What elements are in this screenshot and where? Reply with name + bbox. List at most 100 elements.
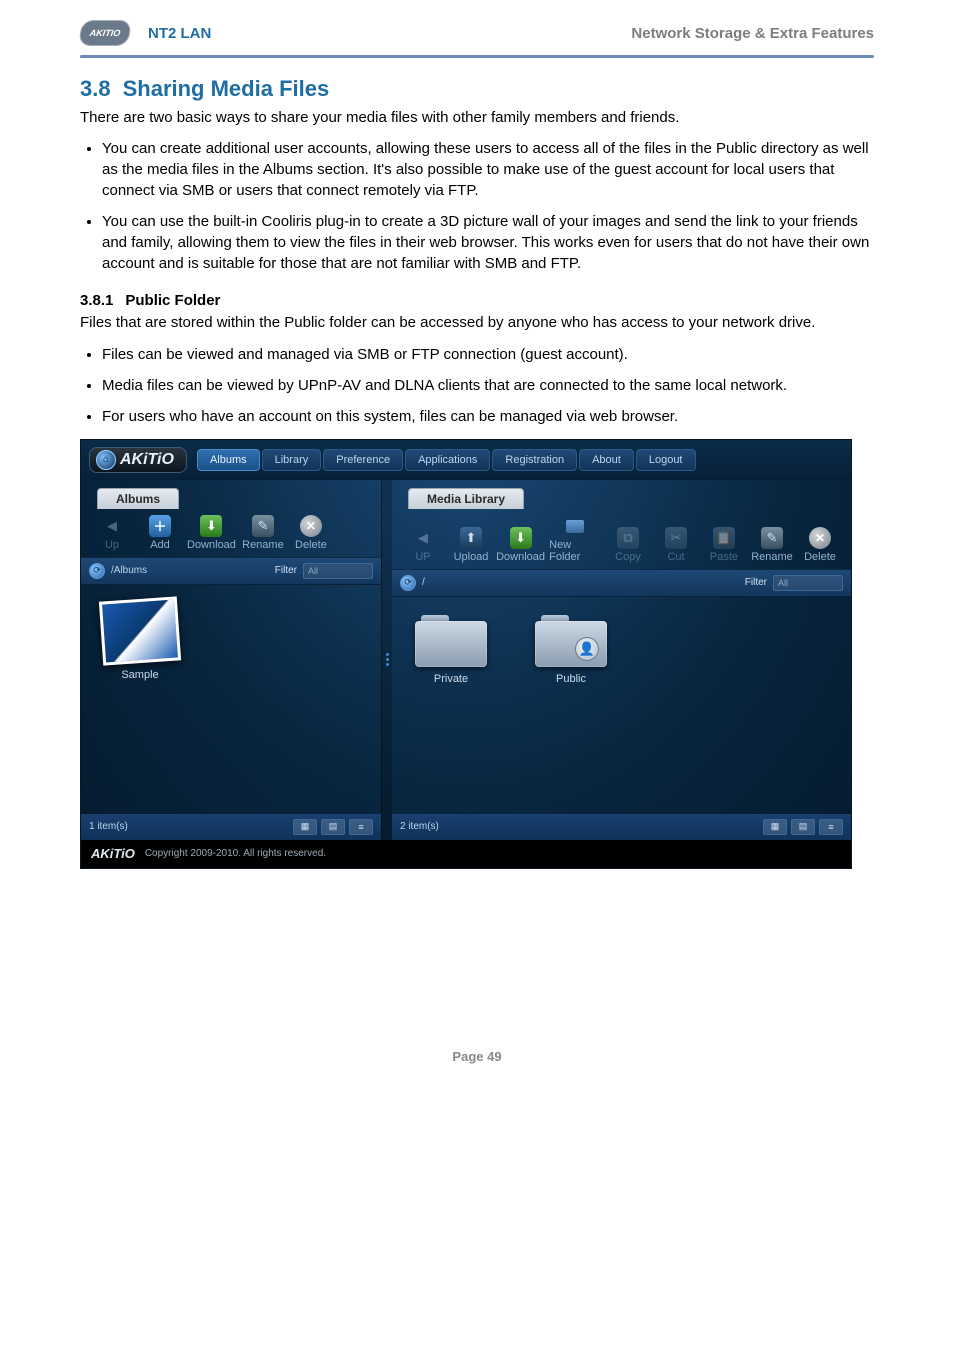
media-item-count: 2 item(s) (400, 821, 439, 832)
media-library-panel: Media Library ◀UP ⬆Upload ⬇Download New … (392, 480, 851, 840)
paste-icon: 📋 (713, 527, 735, 549)
media-copy-button[interactable]: ⧉Copy (607, 527, 649, 563)
upload-icon: ⬆ (460, 527, 482, 549)
arrow-left-icon: ◀ (412, 527, 434, 549)
brand-logo-icon: AKITIO (78, 20, 132, 46)
footer-copyright: Copyright 2009-2010. All rights reserved… (145, 848, 326, 859)
section-heading: 3.8Sharing Media Files (80, 76, 874, 102)
view-list-button[interactable]: ≡ (819, 819, 843, 835)
media-cut-button[interactable]: ✂Cut (655, 527, 697, 563)
albums-status-bar: 1 item(s) ▦ ▤ ≡ (81, 814, 381, 840)
albums-grid: Sample (81, 585, 381, 814)
folder-item-label: Private (434, 673, 468, 685)
bullet-item: For users who have an account on this sy… (102, 406, 874, 427)
albums-item-count: 1 item(s) (89, 821, 128, 832)
album-thumbnail-icon (99, 596, 181, 665)
view-list-button[interactable]: ≡ (349, 819, 373, 835)
media-grid: Private 👤 Public (392, 597, 851, 814)
nav-applications[interactable]: Applications (405, 449, 490, 471)
filter-label: Filter (745, 577, 767, 588)
subsection-heading: 3.8.1Public Folder (80, 292, 874, 309)
media-panel-title: Media Library (408, 488, 524, 509)
arrow-left-icon: ◀ (101, 515, 123, 537)
footer-logo: AKiTiO (91, 846, 135, 861)
media-rename-button[interactable]: ✎Rename (751, 527, 793, 563)
folder-item-label: Public (556, 673, 586, 685)
doc-header: AKITIO NT2 LAN Network Storage & Extra F… (80, 20, 874, 47)
media-up-button[interactable]: ◀UP (402, 527, 444, 563)
media-upload-button[interactable]: ⬆Upload (450, 527, 492, 563)
albums-filter-bar: ⟳ /Albums Filter All (81, 558, 381, 585)
page-number: Page 49 (80, 1049, 874, 1064)
bullet-item: You can create additional user accounts,… (102, 138, 874, 201)
download-icon: ⬇ (510, 527, 532, 549)
albums-download-button[interactable]: ⬇Download (187, 515, 236, 551)
view-small-icons-button[interactable]: ▤ (321, 819, 345, 835)
media-newfolder-button[interactable]: New Folder (549, 515, 601, 563)
media-filter-input[interactable]: All (773, 575, 843, 591)
header-rule (80, 55, 874, 58)
new-folder-icon (564, 515, 586, 537)
app-topbar: ⌂ AKiTiO Albums Library Preference Appli… (81, 440, 851, 480)
folder-icon (415, 611, 487, 667)
home-icon: ⌂ (96, 450, 116, 470)
refresh-icon[interactable]: ⟳ (400, 575, 416, 591)
bullet-item: Media files can be viewed by UPnP-AV and… (102, 375, 874, 396)
nav-library[interactable]: Library (262, 449, 322, 471)
cut-icon: ✂ (665, 527, 687, 549)
app-screenshot: ⌂ AKiTiO Albums Library Preference Appli… (80, 439, 852, 869)
album-item-sample[interactable]: Sample (95, 599, 185, 681)
albums-up-button[interactable]: ◀Up (91, 515, 133, 551)
albums-rename-button[interactable]: ✎Rename (242, 515, 284, 551)
folder-item-private[interactable]: Private (406, 611, 496, 685)
albums-filter-input[interactable]: All (303, 563, 373, 579)
albums-add-button[interactable]: ＋Add (139, 515, 181, 551)
person-badge-icon: 👤 (575, 637, 599, 661)
app-logo[interactable]: ⌂ AKiTiO (89, 447, 187, 473)
nav-preference[interactable]: Preference (323, 449, 403, 471)
view-large-icons-button[interactable]: ▦ (293, 819, 317, 835)
nav-logout[interactable]: Logout (636, 449, 696, 471)
view-large-icons-button[interactable]: ▦ (763, 819, 787, 835)
rename-icon: ✎ (761, 527, 783, 549)
albums-panel: Albums ◀Up ＋Add ⬇Download ✎Rename Delete… (81, 480, 382, 840)
view-small-icons-button[interactable]: ▤ (791, 819, 815, 835)
plus-icon: ＋ (149, 515, 171, 537)
nav-registration[interactable]: Registration (492, 449, 577, 471)
delete-icon (300, 515, 322, 537)
delete-icon (809, 527, 831, 549)
nav-albums[interactable]: Albums (197, 449, 260, 471)
media-status-bar: 2 item(s) ▦ ▤ ≡ (392, 814, 851, 840)
media-download-button[interactable]: ⬇Download (498, 527, 543, 563)
copy-icon: ⧉ (617, 527, 639, 549)
refresh-icon[interactable]: ⟳ (89, 563, 105, 579)
nav-about[interactable]: About (579, 449, 634, 471)
albums-panel-title: Albums (97, 488, 179, 509)
albums-delete-button[interactable]: Delete (290, 515, 332, 551)
product-name: NT2 LAN (148, 25, 211, 42)
app-footer: AKiTiO Copyright 2009-2010. All rights r… (81, 840, 851, 868)
media-breadcrumb: / (422, 577, 425, 588)
album-item-label: Sample (121, 669, 158, 681)
media-filter-bar: ⟳ / Filter All (392, 570, 851, 597)
rename-icon: ✎ (252, 515, 274, 537)
media-paste-button[interactable]: 📋Paste (703, 527, 745, 563)
bullet-item: Files can be viewed and managed via SMB … (102, 344, 874, 365)
media-toolbar: ◀UP ⬆Upload ⬇Download New Folder ⧉Copy ✂… (392, 509, 851, 570)
subsection-intro: Files that are stored within the Public … (80, 313, 874, 333)
section-intro: There are two basic ways to share your m… (80, 108, 874, 128)
header-section-title: Network Storage & Extra Features (631, 25, 874, 42)
folder-public-icon: 👤 (535, 611, 607, 667)
bullet-item: You can use the built-in Cooliris plug-i… (102, 211, 874, 274)
logo-area: AKITIO NT2 LAN (80, 20, 211, 46)
folder-item-public[interactable]: 👤 Public (526, 611, 616, 685)
panel-splitter[interactable] (382, 480, 392, 840)
filter-label: Filter (275, 565, 297, 576)
media-delete-button[interactable]: Delete (799, 527, 841, 563)
app-nav: Albums Library Preference Applications R… (197, 449, 696, 471)
subsection-bullets: Files can be viewed and managed via SMB … (80, 344, 874, 427)
download-icon: ⬇ (200, 515, 222, 537)
albums-toolbar: ◀Up ＋Add ⬇Download ✎Rename Delete (81, 509, 381, 558)
albums-breadcrumb: /Albums (111, 565, 147, 576)
section-bullets: You can create additional user accounts,… (80, 138, 874, 274)
